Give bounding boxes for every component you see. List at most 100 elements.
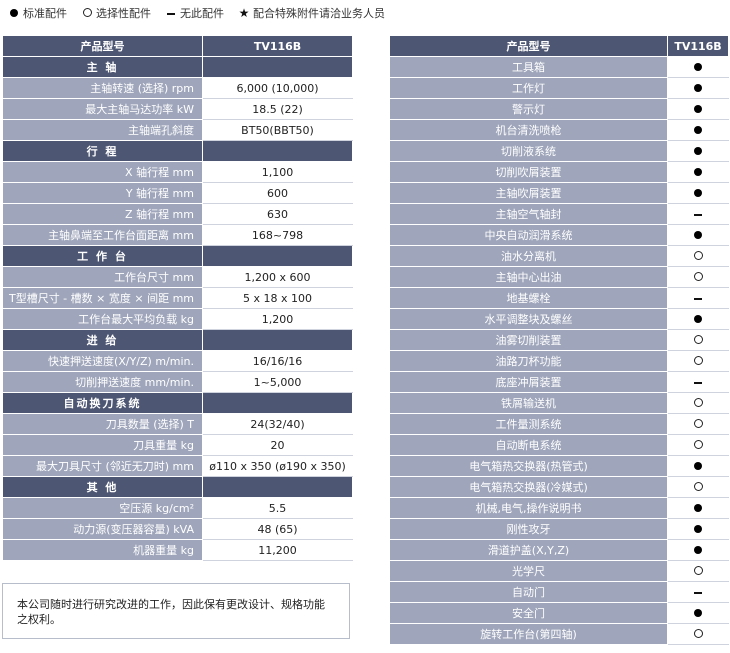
spec-row: 工作台最大平均负载 kg 1,200 [2,308,353,330]
accessory-row: 主轴吹屑装置 [389,182,729,204]
section-filler [202,392,353,414]
dash-icon [694,297,702,300]
open-circle-icon [693,250,703,260]
spec-section-row: 工 作 台 [2,245,353,267]
filled-circle-icon [694,524,702,533]
accessory-row: 地基螺栓 [389,287,729,309]
accessory-row: 旋转工作台(第四轴) [389,623,729,645]
accessory-status [667,497,729,519]
accessory-status [667,392,729,414]
accessory-status [667,56,729,78]
spec-label: 切削押送速度 mm/min. [2,371,203,393]
accessory-name: 自动断电系统 [389,434,668,456]
accessory-row: 工作灯 [389,77,729,99]
spec-row: X 轴行程 mm 1,100 [2,161,353,183]
section-title: 其 他 [2,476,203,498]
spec-label: 主轴端孔斜度 [2,119,203,141]
spec-row: 刀具重量 kg 20 [2,434,353,456]
spec-section-row: 行 程 [2,140,353,162]
spec-label: 工作台尺寸 mm [2,266,203,288]
spec-row: 刀具数量 (选择) T 24(32/40) [2,413,353,435]
spec-header-row: 产品型号 TV116B [2,35,353,57]
spec-label: 刀具数量 (选择) T [2,413,203,435]
section-filler [202,245,353,267]
spec-value: 1,100 [202,161,353,183]
spec-value: 1~5,000 [202,371,353,393]
accessory-row: 水平调整块及螺丝 [389,308,729,330]
accessory-status [667,77,729,99]
accessory-status [667,434,729,456]
accessory-name: 切削吹屑装置 [389,161,668,183]
accessory-status [667,413,729,435]
accessory-row: 电气箱热交换器(热管式) [389,455,729,477]
legend-symbol [165,7,177,20]
accessories-header-label: 产品型号 [389,35,668,57]
accessory-status [667,371,729,393]
spec-section-row: 主 轴 [2,56,353,78]
accessory-name: 地基螺栓 [389,287,668,309]
accessory-status [667,245,729,267]
filled-circle-icon [694,83,702,92]
dash-icon [167,12,175,15]
accessory-name: 机械,电气,操作说明书 [389,497,668,519]
spec-label: Z 轴行程 mm [2,203,203,225]
accessory-row: 油雾切削装置 [389,329,729,351]
spec-row: T型槽尺寸 - 槽数 × 宽度 × 间距 mm 5 x 18 x 100 [2,287,353,309]
filled-circle-icon [694,125,702,134]
accessory-name: 滑道护盖(X,Y,Z) [389,539,668,561]
accessory-status [667,602,729,624]
accessory-row: 主轴中心出油 [389,266,729,288]
spec-value: 48 (65) [202,518,353,540]
accessory-status [667,140,729,162]
accessory-status [667,560,729,582]
spec-label: 机器重量 kg [2,539,203,561]
accessory-name: 电气箱热交换器(冷媒式) [389,476,668,498]
accessory-name: 主轴吹屑装置 [389,182,668,204]
spec-label: 最大主轴马达功率 kW [2,98,203,120]
spec-value: 1,200 x 600 [202,266,353,288]
spec-label: 动力源(变压器容量) kVA [2,518,203,540]
spec-row: 最大刀具尺寸 (邻近无刀时) mm ø110 x 350 (ø190 x 350) [2,455,353,477]
filled-circle-icon [694,104,702,113]
accessory-row: 机台清洗喷枪 [389,119,729,141]
accessory-status [667,581,729,603]
spec-label: 主轴鼻端至工作台面距离 mm [2,224,203,246]
open-circle-icon [693,439,703,449]
accessory-status [667,623,729,645]
spec-section-row: 自动换刀系统 [2,392,353,414]
accessory-name: 工具箱 [389,56,668,78]
accessory-row: 切削液系统 [389,140,729,162]
accessory-name: 光学尺 [389,560,668,582]
accessory-name: 警示灯 [389,98,668,120]
accessory-name: 主轴中心出油 [389,266,668,288]
accessory-name: 水平调整块及螺丝 [389,308,668,330]
open-circle-icon [82,7,92,17]
section-filler [202,56,353,78]
filled-circle-icon [694,608,702,617]
section-filler [202,476,353,498]
open-circle-icon [693,481,703,491]
spec-row: 主轴鼻端至工作台面距离 mm 168~798 [2,224,353,246]
accessory-name: 主轴空气轴封 [389,203,668,225]
legend-item: ★ 配合特殊附件请洽业务人员 [238,5,385,21]
legend: 标准配件 选择性配件 无此配件 ★ 配合特殊附件请洽业务人员 [8,5,385,21]
spec-row: Z 轴行程 mm 630 [2,203,353,225]
spec-label: 工作台最大平均负载 kg [2,308,203,330]
accessory-status [667,161,729,183]
accessories-table: 产品型号 TV116B 工具箱 工作灯 警示灯 机台清洗喷枪 切削液系统 切削吹屑装置 主轴吹屑… [389,35,729,645]
accessory-row: 工件量测系统 [389,413,729,435]
legend-item: 选择性配件 [81,5,151,21]
accessory-status [667,182,729,204]
accessory-name: 安全门 [389,602,668,624]
legend-label: 标准配件 [23,7,67,20]
spec-label: X 轴行程 mm [2,161,203,183]
spec-value: ø110 x 350 (ø190 x 350) [202,455,353,477]
spec-value: 18.5 (22) [202,98,353,120]
accessory-status [667,539,729,561]
spec-value: 168~798 [202,224,353,246]
accessory-name: 工作灯 [389,77,668,99]
accessory-name: 旋转工作台(第四轴) [389,623,668,645]
section-title: 自动换刀系统 [2,392,203,414]
accessory-status [667,518,729,540]
legend-symbol [8,7,20,20]
